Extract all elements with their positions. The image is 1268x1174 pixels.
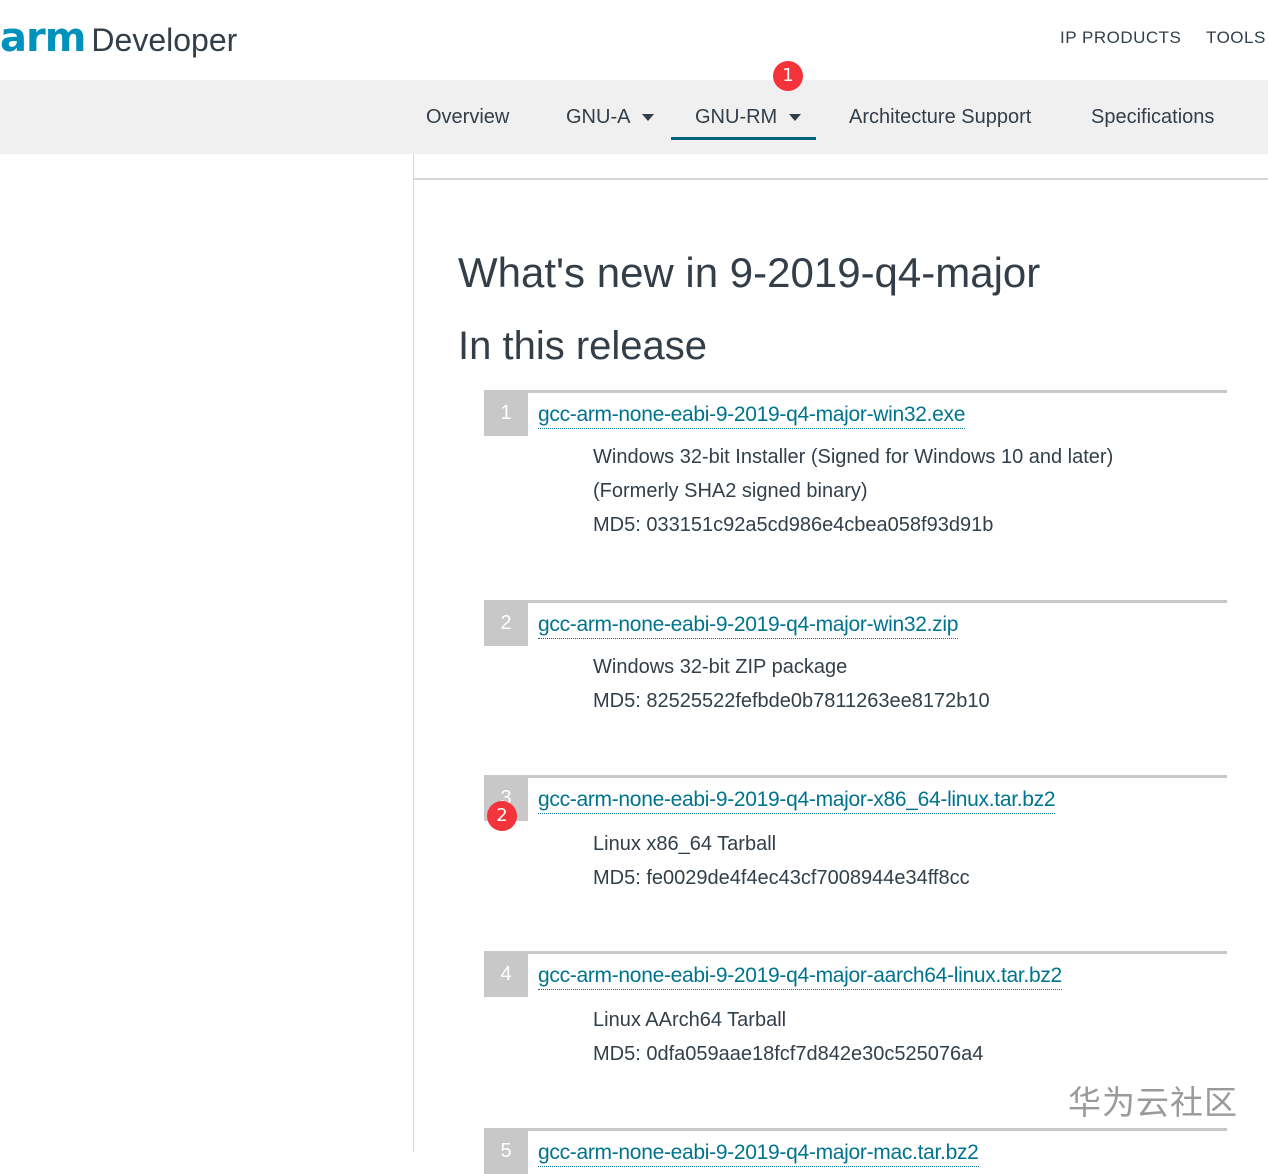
section-title: In this release	[458, 324, 708, 368]
caret-down-icon	[642, 113, 655, 121]
release-number: 2	[484, 600, 528, 646]
release-description: (Formerly SHA2 signed binary)	[593, 480, 868, 502]
release-number: 4	[484, 951, 528, 997]
nav-item-gnu-rm[interactable]: GNU-RM	[695, 80, 802, 154]
nav-item-label: Specifications	[1091, 106, 1215, 128]
content-panel	[413, 154, 1268, 1152]
nav-item-label: GNU-A	[566, 106, 631, 128]
download-link[interactable]: gcc-arm-none-eabi-9-2019-q4-major-win32.…	[538, 402, 965, 429]
page-title: What's new in 9-2019-q4-major	[458, 249, 1041, 296]
nav-item-gnu-a[interactable]: GNU-A	[566, 80, 655, 154]
download-link[interactable]: gcc-arm-none-eabi-9-2019-q4-major-x86_64…	[538, 787, 1056, 814]
release-number: 1	[484, 390, 528, 436]
release-md5: MD5: 82525522fefbde0b7811263ee8172b10	[593, 690, 990, 712]
release-description: Windows 32-bit ZIP package	[593, 656, 848, 678]
release-md5: MD5: fe0029de4f4ec43cf7008944e34ff8cc	[593, 867, 970, 889]
top-link-tools[interactable]: TOOLS A	[1206, 28, 1268, 48]
nav-item-label: Architecture Support	[849, 106, 1032, 128]
arm-developer-logo[interactable]: arm Developer	[0, 14, 237, 62]
sub-navigation: Overview GNU-A GNU-RM Architecture Suppo…	[0, 80, 1268, 154]
annotation-marker-2: 2	[487, 801, 517, 831]
watermark-text: 华为云社区	[1068, 1083, 1238, 1122]
download-link[interactable]: gcc-arm-none-eabi-9-2019-q4-major-mac.ta…	[538, 1140, 979, 1167]
release-description: Linux x86_64 Tarball	[593, 833, 777, 855]
release-divider	[484, 1128, 1227, 1131]
logo-developer-wordmark: Developer	[91, 22, 238, 58]
top-header: arm Developer IP PRODUCTS TOOLS A	[0, 0, 1268, 80]
logo-arm-wordmark: arm	[0, 15, 86, 61]
release-divider	[484, 951, 1227, 954]
top-link-ip-products[interactable]: IP PRODUCTS	[1060, 28, 1181, 48]
release-description: Windows 32-bit Installer (Signed for Win…	[593, 446, 1114, 468]
download-link[interactable]: gcc-arm-none-eabi-9-2019-q4-major-aarch6…	[538, 963, 1062, 990]
nav-item-architecture-support[interactable]: Architecture Support	[849, 80, 1031, 154]
nav-item-overview[interactable]: Overview	[426, 80, 509, 154]
annotation-marker-1: 1	[773, 61, 803, 91]
nav-item-label: Overview	[426, 106, 510, 128]
download-link[interactable]: gcc-arm-none-eabi-9-2019-q4-major-win32.…	[538, 612, 958, 639]
nav-item-specifications[interactable]: Specifications	[1091, 80, 1214, 154]
release-md5: MD5: 0dfa059aae18fcf7d842e30c525076a4	[593, 1043, 984, 1065]
release-md5: MD5: 033151c92a5cd986e4cbea058f93d91b	[593, 514, 994, 536]
active-nav-indicator	[671, 137, 816, 140]
release-description: Linux AArch64 Tarball	[593, 1009, 787, 1031]
release-divider	[484, 600, 1227, 603]
release-divider	[484, 390, 1227, 393]
content-divider	[414, 178, 1268, 180]
caret-down-icon	[789, 113, 802, 121]
release-divider	[484, 775, 1227, 778]
release-number: 5	[484, 1128, 528, 1174]
